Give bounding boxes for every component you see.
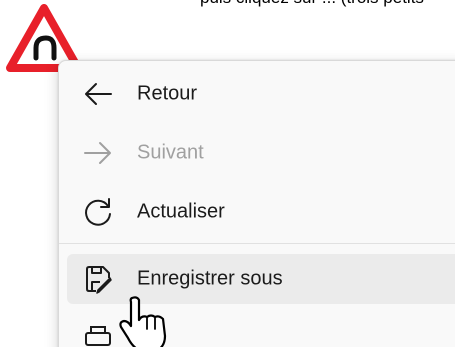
refresh-icon (85, 198, 111, 226)
screenshot-stage: puis cliquez sur ... (trois petits Retou… (0, 0, 455, 347)
arrow-right-icon (84, 142, 111, 164)
menu-item-retour[interactable]: Retour (67, 69, 455, 119)
menu-item-label: Suivant (137, 141, 204, 164)
menu-item-label: Actualiser (137, 200, 225, 223)
hand-pointer-cursor-icon (119, 296, 167, 347)
menu-item-label: Retour (137, 82, 198, 105)
menu-item-suivant[interactable]: Suivant (67, 128, 455, 178)
print-icon (85, 326, 111, 346)
page-instruction-text: puis cliquez sur ... (trois petits (200, 0, 424, 8)
menu-divider (59, 243, 455, 244)
arrow-left-icon (85, 83, 112, 105)
menu-item-actualiser[interactable]: Actualiser (67, 187, 455, 237)
save-as-icon (86, 266, 112, 294)
menu-item-label: Enregistrer sous (137, 267, 283, 290)
